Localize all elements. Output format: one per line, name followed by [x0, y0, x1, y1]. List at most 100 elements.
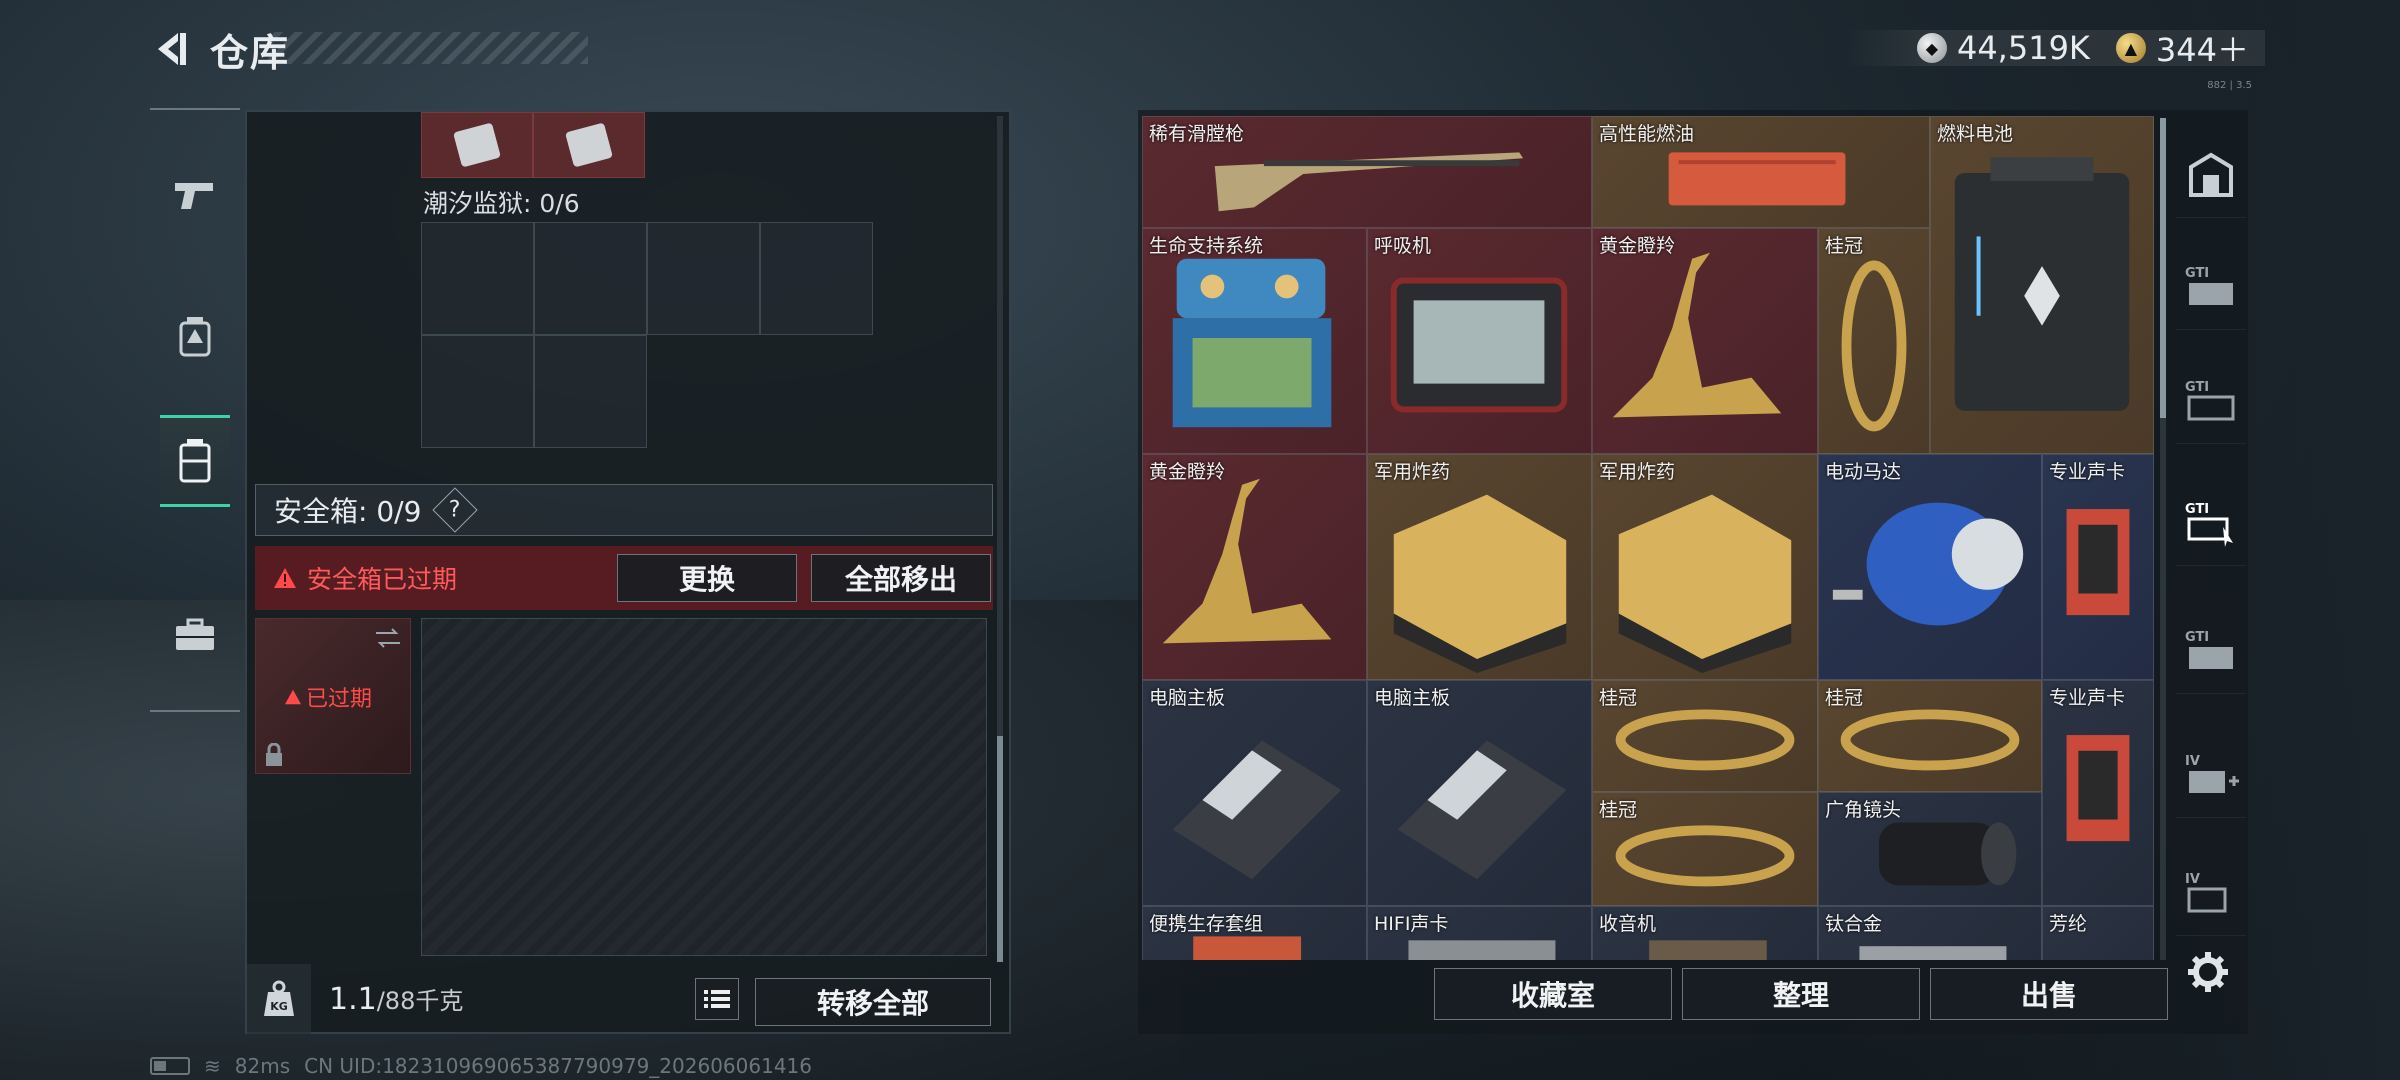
- inventory-panel: 稀有滑膛枪 高性能燃油 燃料电池 生命支持系统 呼吸机 黄金瞪羚 桂冠 黄金瞪羚…: [1138, 110, 2248, 1034]
- briefcase-icon: [176, 618, 214, 650]
- safe-box-item[interactable]: 已过期: [255, 618, 411, 774]
- motherboard-icon: [1172, 740, 1342, 880]
- inventory-item[interactable]: HIFI声卡: [1367, 906, 1592, 960]
- inventory-item[interactable]: 桂冠: [1592, 792, 1818, 906]
- gold-amount: 344＋: [2155, 31, 2249, 69]
- item-name: 军用炸药: [1599, 461, 1676, 483]
- item-name: 广角镜头: [1825, 799, 1902, 821]
- electric-motor-icon: [1832, 502, 2024, 626]
- inventory-item[interactable]: 高性能燃油: [1592, 116, 1930, 228]
- case-tab[interactable]: [160, 590, 230, 680]
- settings-gear-icon[interactable]: [2186, 950, 2230, 994]
- help-icon[interactable]: ?: [432, 487, 479, 533]
- container-tab-iv-1[interactable]: IV: [2176, 732, 2246, 818]
- remove-all-button[interactable]: 全部移出: [811, 554, 991, 602]
- inventory-item[interactable]: 桂冠: [1818, 228, 1930, 454]
- inventory-item[interactable]: 专业声卡: [2042, 454, 2154, 680]
- item-name: 桂冠: [1825, 687, 1864, 709]
- grid-slot[interactable]: [421, 222, 534, 335]
- card-item[interactable]: [533, 112, 645, 178]
- vault-icon: [2189, 152, 2233, 197]
- right-container-rail: GTI GTI GTI GTI IV IV: [2172, 110, 2248, 960]
- uid-text: CN UID:18231096906538779097​9_2026060614…: [304, 1054, 812, 1078]
- inventory-item[interactable]: 电脑主板: [1142, 680, 1367, 906]
- gti-case-icon: GTI: [2185, 266, 2233, 305]
- grid-slot[interactable]: [760, 222, 873, 335]
- backpack-icon: [179, 317, 211, 357]
- storage-tab[interactable]: [160, 415, 230, 507]
- inventory-item[interactable]: 呼吸机: [1367, 228, 1592, 454]
- scroll-thumb[interactable]: [2160, 118, 2166, 418]
- inventory-item[interactable]: 钛合金: [1818, 906, 2042, 960]
- container-tab-gti-2[interactable]: GTI: [2176, 358, 2246, 444]
- scroll-thumb[interactable]: [997, 736, 1003, 962]
- inventory-item[interactable]: 收音机: [1592, 906, 1818, 960]
- inventory-item[interactable]: 便携生存套组: [1142, 906, 1367, 960]
- inventory-item[interactable]: 电脑主板: [1367, 680, 1592, 906]
- inventory-item[interactable]: 黄金瞪羚: [1592, 228, 1818, 454]
- prison-capacity-label: 潮汐监狱: 0/6: [423, 189, 580, 218]
- weapon-tab[interactable]: [160, 150, 230, 240]
- transfer-all-button[interactable]: 转移全部: [755, 978, 991, 1026]
- explosive-crate-icon: [1618, 494, 1792, 674]
- card-icon: [565, 123, 613, 167]
- inventory-item[interactable]: 黄金瞪羚: [1142, 454, 1367, 680]
- inventory-scrollbar[interactable]: [2160, 118, 2166, 960]
- svg-text:IV: IV: [2185, 872, 2200, 887]
- equipment-tab[interactable]: [160, 292, 230, 382]
- svg-text:GTI: GTI: [2185, 380, 2209, 395]
- silver-amount: 44,519K: [1956, 29, 2090, 67]
- inventory-actions: 收藏室 整理 出售: [1434, 968, 2168, 1020]
- collection-room-button[interactable]: 收藏室: [1434, 968, 1672, 1020]
- inventory-item[interactable]: 桂冠: [1818, 680, 2042, 792]
- gti-case-icon: GTI: [2185, 502, 2233, 547]
- inventory-item[interactable]: 桂冠: [1592, 680, 1818, 792]
- container-tab-gti-1[interactable]: GTI: [2176, 244, 2246, 330]
- back-arrow-icon[interactable]: [148, 27, 192, 71]
- item-name: 电动马达: [1825, 461, 1902, 483]
- expired-status: 已过期: [284, 681, 372, 713]
- sound-card-icon: [2066, 735, 2130, 842]
- life-support-icon: [1172, 258, 1332, 428]
- grid-slot[interactable]: [421, 335, 534, 448]
- svg-text:GTI: GTI: [2185, 630, 2209, 645]
- add-case-icon: IV: [2185, 754, 2239, 793]
- inventory-item[interactable]: 电动马达: [1818, 454, 2042, 680]
- gold-coin-icon: ▲: [2115, 33, 2146, 63]
- grid-slot[interactable]: [534, 222, 647, 335]
- item-name: 生命支持系统: [1149, 235, 1264, 257]
- container-tab-gti-4[interactable]: GTI: [2176, 608, 2246, 694]
- expired-status-text: 已过期: [306, 687, 373, 712]
- wifi-icon: ≋: [204, 1054, 221, 1078]
- card-item[interactable]: [421, 112, 533, 178]
- inventory-item[interactable]: 燃料电池: [1930, 116, 2154, 454]
- grid-slot[interactable]: [534, 335, 647, 448]
- inventory-grid: 稀有滑膛枪 高性能燃油 燃料电池 生命支持系统 呼吸机 黄金瞪羚 桂冠 黄金瞪羚…: [1142, 116, 2154, 960]
- explosive-crate-icon: [1393, 494, 1567, 674]
- container-tab-iv-2[interactable]: IV: [2176, 850, 2246, 936]
- item-name: 芳纶: [2049, 913, 2088, 935]
- left-scrollbar[interactable]: [997, 116, 1003, 962]
- container-tab-main[interactable]: [2176, 132, 2246, 218]
- inventory-item[interactable]: 军用炸药: [1367, 454, 1592, 680]
- inventory-item[interactable]: 芳纶: [2042, 906, 2154, 960]
- inventory-item[interactable]: 专业声卡: [2042, 680, 2154, 906]
- safe-box-grid[interactable]: [421, 618, 987, 956]
- organize-button[interactable]: 整理: [1682, 968, 1920, 1020]
- replace-button[interactable]: 更换: [617, 554, 797, 602]
- silver-currency: ◆ 44,519K: [1916, 29, 2090, 67]
- inventory-item[interactable]: 军用炸药: [1592, 454, 1818, 680]
- sell-button[interactable]: 出售: [1930, 968, 2168, 1020]
- svg-text:GTI: GTI: [2185, 502, 2209, 517]
- item-name: 桂冠: [1599, 687, 1638, 709]
- title-stripe: [268, 32, 588, 64]
- inventory-item[interactable]: 稀有滑膛枪: [1142, 116, 1592, 228]
- lock-icon: [266, 743, 282, 766]
- container-tab-gti-3[interactable]: GTI: [2176, 480, 2246, 566]
- grid-slot[interactable]: [647, 222, 760, 335]
- gold-currency[interactable]: ▲ 344＋: [2115, 25, 2249, 71]
- inventory-item[interactable]: 生命支持系统: [1142, 228, 1367, 454]
- item-name: 军用炸药: [1374, 461, 1451, 483]
- inventory-item[interactable]: 广角镜头: [1818, 792, 2042, 906]
- list-view-button[interactable]: [695, 978, 739, 1020]
